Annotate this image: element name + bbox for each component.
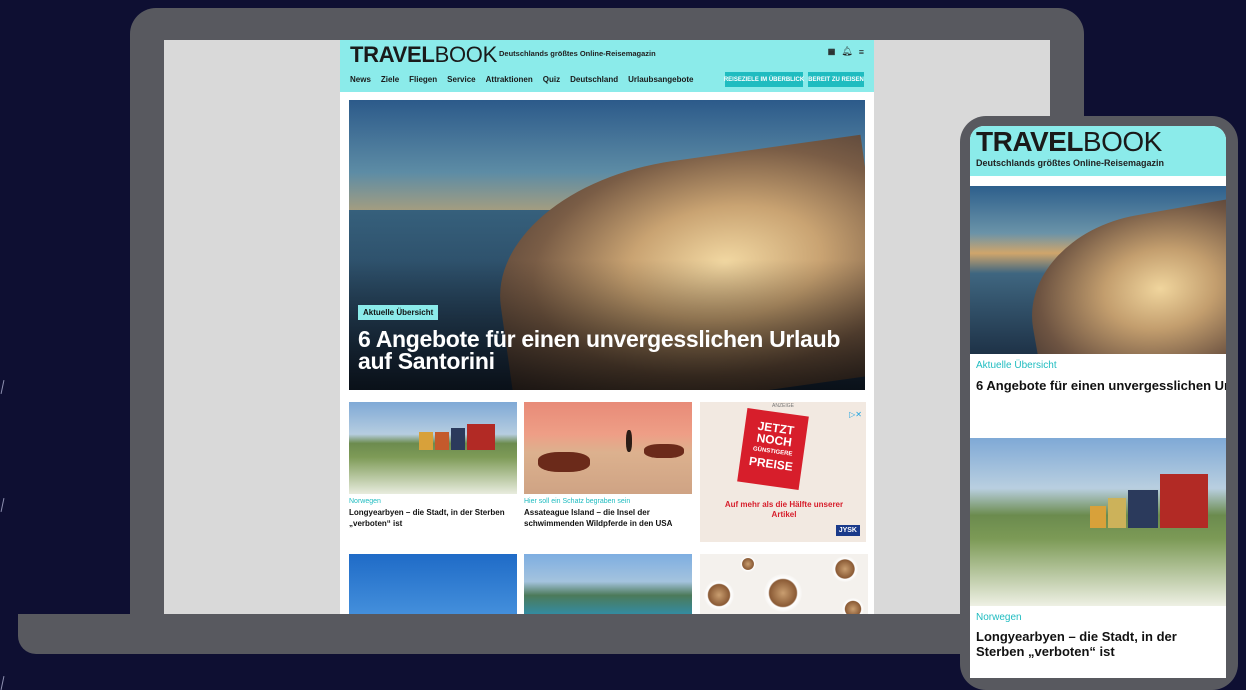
edge-mark [0, 498, 6, 512]
phone-article-image[interactable] [970, 438, 1226, 606]
phone-site-tagline: Deutschlands größtes Online-Reisemagazin [976, 158, 1165, 168]
nav-item-quiz[interactable]: Quiz [543, 75, 560, 84]
reiseziele-button[interactable]: REISEZIELE IM ÜBERBLICK [724, 72, 804, 87]
nav-item-deutschland[interactable]: Deutschland [570, 75, 618, 84]
article-card-sky[interactable] [349, 554, 517, 614]
phone-screen: TRAVELBOOK Deutschlands größtes Online-R… [970, 126, 1226, 678]
article-image [700, 554, 868, 614]
nav-item-service[interactable]: Service [447, 75, 475, 84]
price-tag: JETZT NOCH GÜNSTIGERE PREISE [737, 408, 809, 490]
phone-article-title[interactable]: Longyearbyen – die Stadt, in der Sterben… [976, 629, 1222, 659]
phone-site-header: TRAVELBOOK Deutschlands größtes Online-R… [970, 126, 1226, 176]
nav-item-news[interactable]: News [350, 75, 371, 84]
article-image [524, 554, 692, 614]
jysk-advertisement[interactable]: ANZEIGE ▷✕ JETZT NOCH GÜNSTIGERE PREISE … [700, 402, 866, 542]
jysk-logo: JYSK [835, 525, 860, 536]
menu-icon[interactable]: ≡ [859, 47, 864, 57]
nav-item-ziele[interactable]: Ziele [381, 75, 399, 84]
main-nav: News Ziele Fliegen Service Attraktionen … [350, 75, 703, 84]
phone-site-logo[interactable]: TRAVELBOOK [976, 126, 1162, 158]
laptop-base [18, 614, 1028, 654]
site-header: TRAVELBOOK Deutschlands größtes Online-R… [340, 40, 874, 92]
article-image [524, 402, 692, 494]
website-page: TRAVELBOOK Deutschlands größtes Online-R… [340, 40, 874, 614]
phone-hero-title[interactable]: 6 Angebote für einen unvergesslichen Url… [976, 378, 1226, 393]
laptop-screen: TRAVELBOOK Deutschlands größtes Online-R… [164, 40, 1050, 614]
nav-item-urlaubsangebote[interactable]: Urlaubsangebote [628, 75, 693, 84]
nav-item-fliegen[interactable]: Fliegen [409, 75, 437, 84]
article-card-assateague[interactable]: Hier soll ein Schatz begraben sein Assat… [524, 402, 692, 529]
article-card-coast[interactable] [524, 554, 692, 614]
nav-item-attraktionen[interactable]: Attraktionen [486, 75, 533, 84]
hero-title[interactable]: 6 Angebote für einen unvergesslichen Url… [358, 328, 858, 373]
header-icons: ▦ 🔔︎ ≡ [828, 46, 864, 57]
ad-label: ANZEIGE [772, 403, 794, 409]
ad-text: Auf mehr als die Hälfte unserer Artikel [724, 500, 844, 519]
site-tagline: Deutschlands größtes Online-Reisemagazin [499, 49, 656, 58]
edge-mark [0, 380, 6, 394]
site-logo[interactable]: TRAVELBOOK [350, 42, 497, 68]
article-card-norway[interactable]: Norwegen Longyearbyen – die Stadt, in de… [349, 402, 517, 529]
bereit-zu-reisen-button[interactable]: BEREIT ZU REISEN [808, 72, 864, 87]
ad-choices-icon[interactable]: ▷✕ [849, 410, 862, 419]
article-kicker: Hier soll ein Schatz begraben sein [524, 498, 631, 505]
hero-article[interactable]: Aktuelle Übersicht 6 Angebote für einen … [349, 100, 865, 390]
phone-article-kicker: Norwegen [976, 612, 1022, 623]
article-image [349, 402, 517, 494]
phone-hero-image[interactable] [970, 186, 1226, 354]
bell-icon[interactable]: 🔔︎ [841, 46, 852, 57]
article-title[interactable]: Longyearbyen – die Stadt, in der Sterben… [349, 507, 517, 529]
article-card-coffee[interactable] [700, 554, 868, 614]
article-title[interactable]: Assateague Island – die Insel der schwim… [524, 507, 692, 529]
hero-badge[interactable]: Aktuelle Übersicht [358, 305, 439, 320]
article-kicker: Norwegen [349, 498, 381, 505]
article-image [349, 554, 517, 614]
edge-mark [0, 676, 6, 690]
phone-hero-kicker: Aktuelle Übersicht [976, 360, 1057, 371]
bild-logo-icon[interactable]: ▦ [828, 47, 836, 56]
